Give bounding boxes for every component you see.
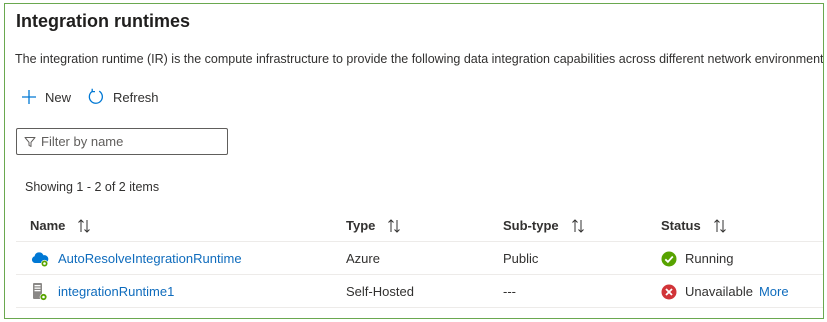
status-more-link[interactable]: More [759,284,789,299]
filter-by-name-input[interactable] [41,134,221,149]
status-text: Running [685,251,734,266]
column-header-label: Name [30,218,66,233]
success-check-icon [661,251,677,266]
integration-runtimes-table: Name Type Sub-type Status AutoResolveInt… [16,209,823,308]
column-header-name[interactable]: Name [30,209,91,242]
sort-arrows-icon [78,218,91,233]
sort-arrows-icon [388,218,401,233]
filter-funnel-icon [24,136,36,147]
column-header-label: Type [346,218,376,233]
page-description: The integration runtime (IR) is the comp… [15,52,824,66]
filter-by-name-box [16,128,228,155]
runtime-name-link[interactable]: integrationRuntime1 [58,284,174,299]
name-cell: AutoResolveIntegrationRuntime [30,242,242,275]
azure-cloud-ir-icon [31,251,49,267]
table-row: AutoResolveIntegrationRuntime Azure Publ… [16,242,823,275]
integration-runtimes-panel: Integration runtimes The integration run… [4,3,824,319]
self-hosted-server-icon [33,282,48,301]
table-header: Name Type Sub-type Status [16,209,823,242]
sort-arrows-icon [571,218,584,233]
status-text: Unavailable [685,284,753,299]
sort-arrows-icon [713,218,726,233]
table-row: integrationRuntime1 Self-Hosted --- Unav… [16,275,823,308]
runtime-name-link[interactable]: AutoResolveIntegrationRuntime [58,251,242,266]
item-count-text: Showing 1 - 2 of 2 items [25,180,160,194]
status-cell: Running [661,242,733,275]
name-cell: integrationRuntime1 [30,275,174,308]
page-title: Integration runtimes [16,11,191,31]
refresh-button[interactable]: Refresh [87,88,159,106]
column-header-label: Sub-type [503,218,559,233]
subtype-cell: --- [503,284,516,299]
plus-icon [22,90,36,104]
new-button-label: New [45,89,72,105]
toolbar: New Refresh [21,86,175,108]
column-header-label: Status [661,218,701,233]
status-cell: Unavailable More [661,275,789,308]
column-header-subtype[interactable]: Sub-type [503,209,585,242]
subtype-cell: Public [503,251,539,266]
column-header-status[interactable]: Status [661,209,727,242]
new-button[interactable]: New [21,89,71,105]
column-header-type[interactable]: Type [346,209,401,242]
refresh-icon [88,88,104,104]
type-cell: Azure [346,251,380,266]
refresh-button-label: Refresh [113,89,159,105]
type-cell: Self-Hosted [346,284,414,299]
error-x-icon [661,284,677,299]
